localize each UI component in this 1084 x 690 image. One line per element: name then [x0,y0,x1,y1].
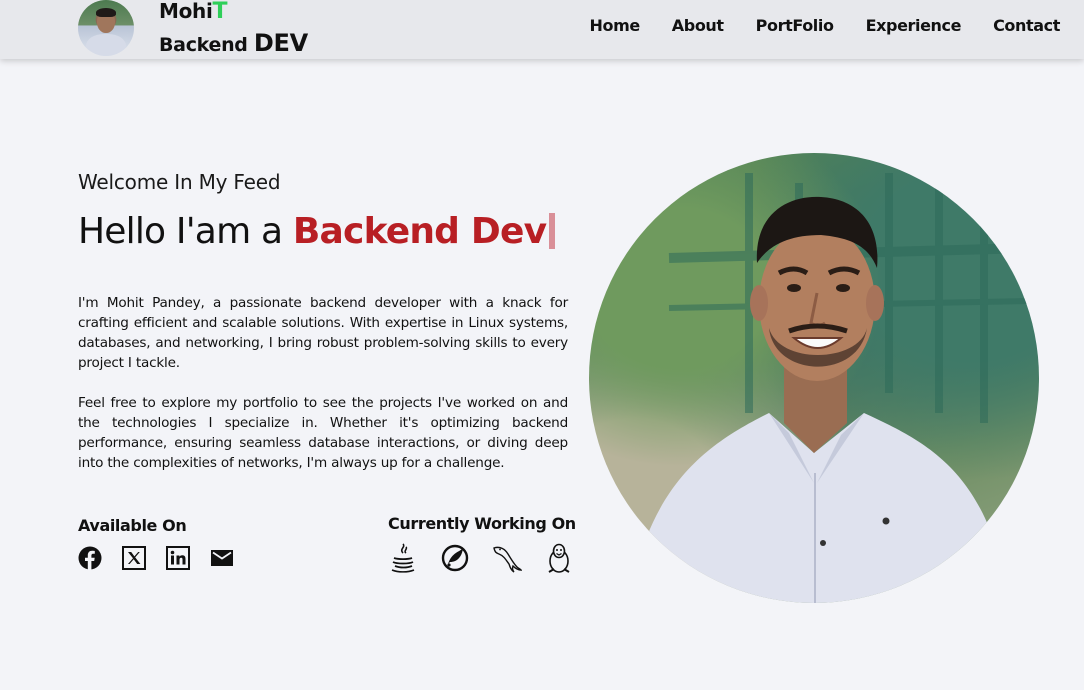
nav-portfolio-link[interactable]: PortFolio [756,16,834,36]
facebook-icon[interactable] [78,546,102,570]
java-icon [391,543,415,573]
brand-role-big: DEV [253,29,308,57]
nav-about-link[interactable]: About [672,16,724,36]
typing-caret [549,213,556,249]
spring-icon [441,544,469,572]
brand-name-main: Mohi [159,0,213,23]
site-header: MohiT Backend DEV Home About PortFolio E… [0,0,1084,59]
mysql-icon [493,546,522,573]
working-on-title: Currently Working On [388,514,576,533]
welcome-heading: Welcome In My Feed [78,170,281,194]
nav-home-link[interactable]: Home [589,16,640,36]
brand-name[interactable]: MohiT [159,0,228,25]
x-twitter-icon[interactable] [122,546,146,570]
nav-contact-link[interactable]: Contact [993,16,1060,36]
avatar-shirt [86,34,126,56]
avatar-hair [96,8,116,17]
available-on-title: Available On [78,516,187,535]
hello-prefix: Hello I'am a [78,211,293,252]
portfolio-paragraph: Feel free to explore my portfolio to see… [78,395,568,471]
brand-name-accent: T [212,0,228,24]
email-icon[interactable] [210,546,234,570]
portrait-illustration [629,173,1030,603]
linux-tux-icon [548,543,570,573]
linkedin-icon[interactable] [166,546,190,570]
brand-role: Backend DEV [159,28,308,60]
tech-stack [388,542,574,574]
social-links [78,546,234,570]
profile-photo [589,153,1039,603]
intro-paragraph: I'm Mohit Pandey, a passionate backend d… [78,295,568,371]
main-nav: Home About PortFolio Experience Contact [589,16,1060,36]
hello-heading: Hello I'am a Backend Dev [78,208,556,256]
brand-role-main: Backend [159,34,254,56]
typed-role: Backend Dev [292,211,547,252]
brand-avatar[interactable] [78,0,134,56]
nav-experience-link[interactable]: Experience [866,16,962,36]
